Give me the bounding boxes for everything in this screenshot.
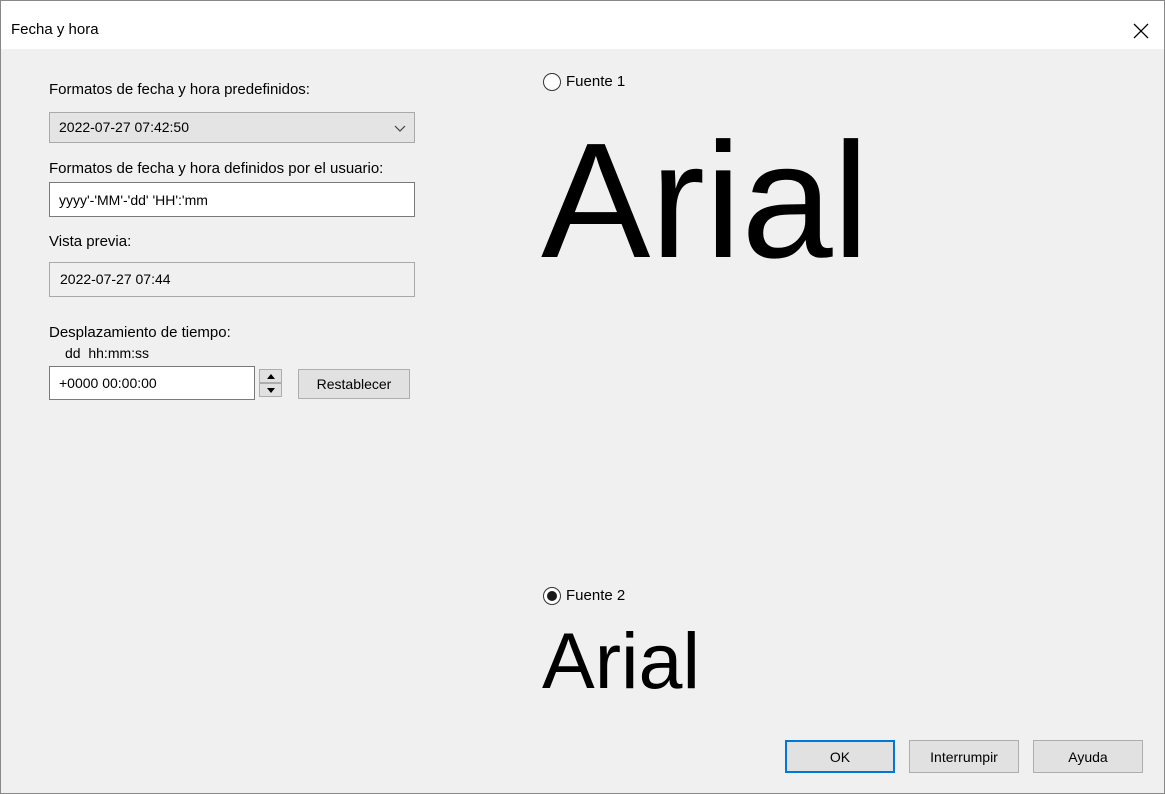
help-button-label: Ayuda	[1068, 748, 1108, 765]
date-time-dialog: Fecha y hora Formatos de fecha y hora pr…	[0, 0, 1165, 794]
ok-button[interactable]: OK	[785, 740, 895, 773]
title-bar: Fecha y hora	[1, 1, 1164, 49]
preview-label: Vista previa:	[49, 233, 132, 250]
predefined-formats-label: Formatos de fecha y hora predefinidos:	[49, 81, 310, 98]
font2-sample: Arial	[542, 616, 701, 705]
font1-radio[interactable]	[543, 73, 561, 91]
font2-radio[interactable]	[543, 587, 561, 605]
ok-button-label: OK	[829, 748, 851, 765]
radio-selected-dot	[547, 591, 557, 601]
time-offset-format-hint: dd hh:mm:ss	[65, 345, 150, 361]
close-icon	[1133, 23, 1149, 39]
abort-button[interactable]: Interrumpir	[909, 740, 1019, 773]
user-defined-formats-label: Formatos de fecha y hora definidos por e…	[49, 160, 384, 177]
user-defined-format-input[interactable]	[49, 182, 415, 217]
time-offset-label: Desplazamiento de tiempo:	[49, 324, 231, 341]
reset-button-label: Restablecer	[316, 376, 392, 392]
dialog-title: Fecha y hora	[11, 21, 99, 38]
close-button[interactable]	[1118, 11, 1164, 51]
triangle-up-icon	[266, 373, 275, 379]
triangle-down-icon	[266, 387, 275, 393]
preview-field: 2022-07-27 07:44	[49, 262, 415, 297]
font1-sample: Arial	[541, 109, 870, 292]
predefined-formats-value: 2022-07-27 07:42:50	[59, 119, 189, 135]
predefined-formats-dropdown[interactable]: 2022-07-27 07:42:50	[49, 112, 415, 143]
help-button[interactable]: Ayuda	[1033, 740, 1143, 773]
offset-increment-button[interactable]	[259, 369, 282, 383]
abort-button-label: Interrumpir	[930, 748, 998, 765]
offset-decrement-button[interactable]	[259, 383, 282, 397]
font2-label: Fuente 2	[566, 587, 626, 604]
preview-value: 2022-07-27 07:44	[60, 271, 171, 287]
chevron-down-icon	[394, 125, 406, 132]
font1-label: Fuente 1	[566, 73, 626, 90]
time-offset-input[interactable]	[49, 366, 255, 400]
reset-button[interactable]: Restablecer	[298, 369, 410, 399]
